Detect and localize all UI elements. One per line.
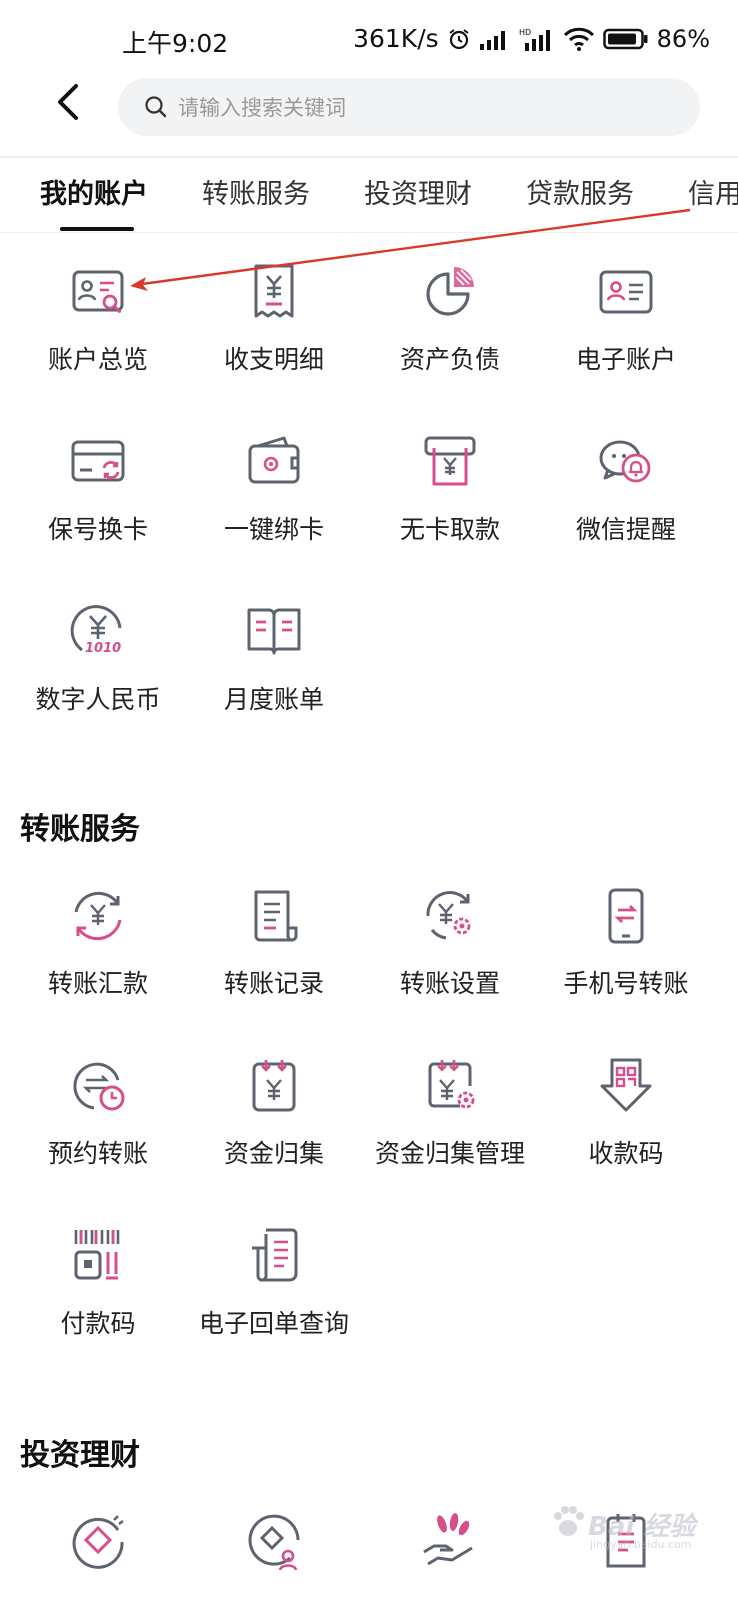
grid-item-e-receipt-query[interactable]: 电子回单查询 (184, 1226, 364, 1376)
phone-transfer-icon (608, 888, 644, 944)
watermark-sub: jingyan.baidu.com (590, 1538, 692, 1551)
diamond-coin-icon (72, 1515, 124, 1569)
grid-item-cardless-withdraw[interactable]: 无卡取款 (360, 432, 540, 582)
grid-item-label: 预约转账 (47, 1139, 148, 1168)
search-icon (145, 96, 167, 118)
grid-item-label: 保号换卡 (47, 515, 148, 544)
grid-item-label: 转账记录 (223, 969, 324, 998)
hand-coin-icon (423, 1513, 473, 1566)
tab-transfer[interactable]: 转账服务 (202, 172, 310, 211)
grid-item-monthly-bill[interactable]: 月度账单 (184, 602, 364, 752)
diamond-user-icon (248, 1514, 300, 1571)
digital-rmb-icon: 1010 (70, 605, 122, 656)
grid-item-income-expense[interactable]: 收支明细 (184, 262, 364, 412)
grid-item-keep-number-card[interactable]: 保号换卡 (8, 432, 188, 582)
alarm-icon (449, 28, 469, 49)
paw-logo-icon (554, 1506, 584, 1536)
receipt-icon (254, 264, 294, 318)
receive-qr-icon (600, 1058, 652, 1112)
search-placeholder: 请输入搜索关键词 (178, 96, 346, 120)
grid-item-fund-pooling-manage[interactable]: 资金归集管理 (360, 1056, 540, 1206)
tabs-divider (0, 232, 738, 233)
tab-credit[interactable]: 信用 (688, 172, 738, 211)
fund-pool-icon (252, 1060, 296, 1112)
back-button[interactable] (52, 82, 88, 122)
grid-item-label: 资金归集管理 (374, 1139, 525, 1168)
grid-item-label: 付款码 (60, 1309, 136, 1338)
signal-hd-icon: HD (519, 28, 550, 51)
status-time: 上午9:02 (122, 29, 229, 58)
battery-percent: 86% (656, 24, 710, 53)
scroll-record-icon (254, 890, 298, 942)
book-icon (247, 608, 301, 655)
signal-icon (479, 30, 505, 50)
grid-item-payment-code[interactable]: 付款码 (8, 1226, 188, 1376)
grid-item-phone-transfer[interactable]: 手机号转账 (536, 886, 716, 1036)
grid-item-label: 收款码 (588, 1139, 664, 1168)
scheduled-transfer-icon (73, 1062, 125, 1111)
atm-withdraw-icon (424, 436, 476, 486)
active-tab-indicator (60, 227, 134, 231)
grid-item-assets-liabilities[interactable]: 资产负债 (360, 262, 540, 412)
search-input[interactable]: 请输入搜索关键词 (118, 78, 700, 136)
grid-item-transfer-settings[interactable]: 转账设置 (360, 886, 540, 1036)
grid-item-label: 资金归集 (223, 1139, 324, 1168)
receipt-query-icon (252, 1228, 298, 1282)
grid-item-receive-code[interactable]: 收款码 (536, 1056, 716, 1206)
grid-item-wechat-alert[interactable]: 微信提醒 (536, 432, 716, 582)
section-title-investment: 投资理财 (20, 1438, 140, 1473)
grid-item-label: 手机号转账 (563, 969, 689, 998)
category-tabs: 我的账户 转账服务 投资理财 贷款服务 信用 (0, 158, 738, 232)
battery-icon (602, 28, 648, 49)
network-speed: 361K/s (353, 24, 439, 53)
card-swap-icon (71, 440, 125, 482)
fund-pool-settings-icon (428, 1060, 475, 1109)
grid-item-label: 账户总览 (47, 345, 148, 374)
status-bar: 上午9:02 361K/s HD 86% (0, 0, 738, 70)
grid-item-bind-card[interactable]: 一键绑卡 (184, 432, 364, 582)
grid-item-label: 资产负债 (399, 345, 500, 374)
tab-my-account[interactable]: 我的账户 (40, 172, 148, 211)
grid-item-label: 转账汇款 (47, 969, 148, 998)
grid-item-transfer-records[interactable]: 转账记录 (184, 886, 364, 1036)
svg-text:1010: 1010 (85, 641, 121, 656)
id-card-icon (599, 270, 653, 314)
pay-code-icon (74, 1230, 120, 1280)
grid-item-label: 一键绑卡 (223, 515, 324, 544)
grid-item-transfer-remit[interactable]: 转账汇款 (8, 886, 188, 1036)
watermark: Bai 经验 jingyan.baidu.com (548, 1498, 728, 1558)
svg-text:HD: HD (519, 28, 531, 37)
grid-item-investment-2[interactable] (184, 1512, 364, 1600)
grid-item-fund-pooling[interactable]: 资金归集 (184, 1056, 364, 1206)
grid-item-digital-rmb[interactable]: 1010 数字人民币 (8, 602, 188, 752)
pie-chart-icon (426, 267, 474, 316)
transfer-cycle-icon (74, 891, 122, 941)
section-title-transfer: 转账服务 (20, 812, 140, 847)
grid-item-investment-1[interactable] (8, 1512, 188, 1600)
account-overview-icon (72, 270, 124, 313)
grid-item-label: 收支明细 (223, 345, 324, 374)
grid-item-e-account[interactable]: 电子账户 (536, 262, 716, 412)
grid-item-label: 无卡取款 (399, 515, 500, 544)
grid-item-investment-3[interactable] (360, 1512, 540, 1600)
tab-loan[interactable]: 贷款服务 (526, 172, 634, 211)
grid-item-label: 数字人民币 (35, 685, 161, 714)
wallet-icon (248, 436, 300, 484)
wechat-bell-icon (599, 440, 651, 483)
status-indicators: 361K/s HD 86% (353, 24, 710, 53)
tab-investment[interactable]: 投资理财 (364, 172, 472, 211)
grid-item-label: 月度账单 (223, 685, 324, 714)
grid-item-label: 转账设置 (399, 969, 500, 998)
grid-item-account-overview[interactable]: 账户总览 (8, 262, 188, 412)
grid-item-scheduled-transfer[interactable]: 预约转账 (8, 1056, 188, 1206)
grid-item-label: 电子账户 (575, 345, 676, 374)
grid-item-label: 电子回单查询 (198, 1309, 349, 1338)
wifi-icon (563, 27, 594, 51)
chevron-left-icon (58, 84, 78, 120)
transfer-settings-icon (426, 891, 471, 940)
grid-item-label: 微信提醒 (575, 515, 676, 544)
